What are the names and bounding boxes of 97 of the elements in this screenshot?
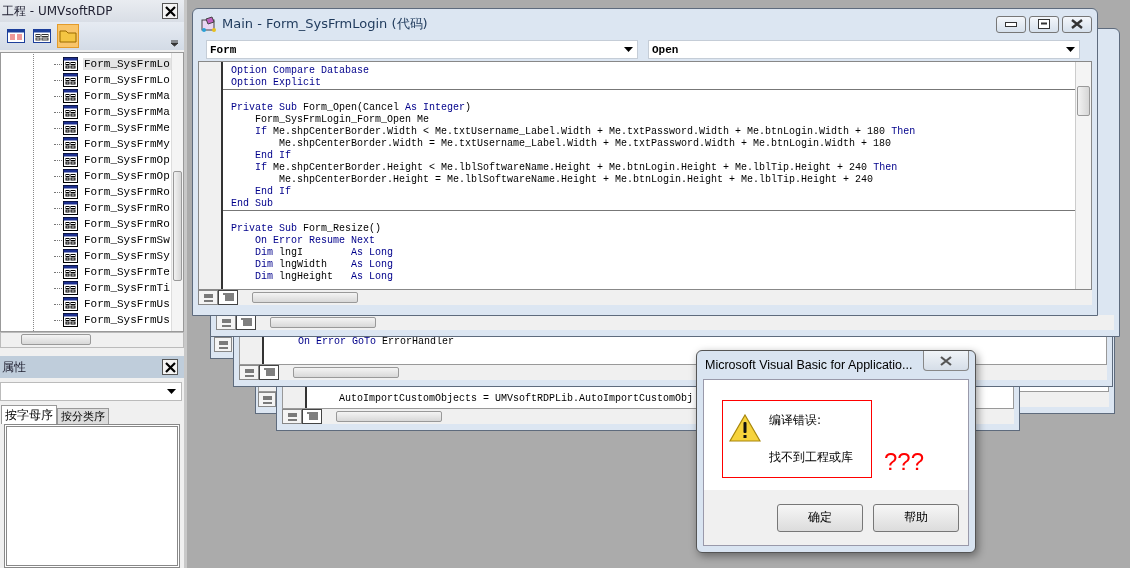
module-view-icon[interactable] [218, 290, 238, 305]
code-line: On Error Resume Next [254, 235, 377, 247]
tree-item[interactable]: Form_SysFrmRo [83, 202, 171, 214]
toolbar-overflow-icon[interactable] [171, 40, 178, 47]
code-line: Option Compare Database [231, 65, 371, 77]
tree-item[interactable]: Form_SysFrmMy [83, 138, 171, 150]
caret-icon [167, 389, 176, 394]
procedure-view-icon[interactable] [239, 365, 259, 380]
form-icon [63, 57, 78, 71]
form-icon [63, 137, 78, 151]
annotation-text: ??? [884, 448, 925, 476]
module-view-icon[interactable] [302, 409, 322, 424]
minimize-icon [1005, 21, 1017, 27]
error-heading: 编译错误: [769, 412, 823, 429]
warning-icon [729, 414, 761, 442]
close-button[interactable] [162, 359, 178, 375]
form-icon [63, 105, 78, 119]
form-icon [63, 265, 78, 279]
procedure-view-icon[interactable] [214, 337, 232, 352]
module-view-icon[interactable] [259, 365, 279, 380]
tree-item[interactable]: Form_SysFrmTi [83, 282, 171, 294]
scrollbar-thumb[interactable] [293, 367, 399, 378]
code-line: If Me.shpCenterBorder.Width < Me.txtUsername_Label.Width + Me.txtPassword.Width + Me.btnLogin.Width + 180 Then [254, 126, 917, 138]
code-window-icon [201, 16, 217, 32]
form-icon [63, 233, 78, 247]
horizontal-scrollbar[interactable] [0, 332, 184, 348]
code-line: Option Explicit [231, 77, 322, 89]
tree-item[interactable]: Form_SysFrmMe [83, 122, 171, 134]
maximize-icon [1038, 19, 1050, 29]
tree-item[interactable]: Form_SysFrmRo [83, 218, 171, 230]
code-line: Me.shpCenterBorder.Width = Me.txtUsername_Label.Width + Me.txtPassword.Width + Me.btnLogin.Width + 180 [278, 138, 893, 150]
tree-item[interactable]: Form_SysFrmSy [83, 250, 171, 262]
object-dropdown[interactable]: Form [206, 40, 638, 59]
code-line: Dim lngWidth As Long [254, 259, 395, 271]
minimize-button[interactable] [996, 15, 1026, 33]
close-button[interactable] [1062, 15, 1092, 33]
code-line: Private Sub Form_Open(Cancel As Integer) [231, 102, 473, 114]
tab[interactable]: 按字母序 [1, 405, 57, 424]
form-icon [63, 73, 78, 87]
code-line: End If [254, 150, 292, 162]
close-button[interactable] [923, 351, 969, 371]
tree-item[interactable]: Form_SysFrmOp [83, 170, 171, 182]
maximize-button[interactable] [1029, 15, 1059, 33]
form-icon [63, 313, 78, 327]
vertical-scrollbar[interactable] [1075, 62, 1091, 289]
form-icon [63, 281, 78, 295]
tree-item[interactable]: Form_SysFrmUs [83, 298, 171, 310]
error-message: 找不到工程或库 [769, 449, 853, 466]
procedure-view-icon[interactable] [282, 409, 302, 424]
scrollbar-thumb[interactable] [270, 317, 376, 328]
toggle-folders-button[interactable] [57, 24, 79, 48]
code-line: Me.shpCenterBorder.Height = Me.lblSoftwareName.Height + Me.btnLogin.Height + Me.lblTip.Height + 240 [278, 174, 875, 186]
form-icon [63, 89, 78, 103]
tab[interactable]: 按分类序 [57, 408, 109, 424]
tree-item[interactable]: Form_SysFrmUs [83, 314, 171, 326]
code-editor[interactable] [198, 61, 1092, 290]
form-icon [63, 249, 78, 263]
tree-item[interactable]: Form_SysFrmLo [83, 74, 171, 86]
code-line: End Sub [231, 198, 274, 210]
form-icon [63, 153, 78, 167]
panel-title: 属性 [2, 358, 26, 376]
dialog-title: Microsoft Visual Basic for Applicatio... [704, 358, 913, 372]
close-icon [1071, 19, 1083, 29]
scrollbar-thumb[interactable] [336, 411, 442, 422]
code-line: End If [254, 186, 292, 198]
code-line: Dim lngI As Long [254, 247, 395, 259]
panel-title: 工程 - UMVsoftRDP [2, 2, 113, 20]
scrollbar-thumb[interactable] [252, 292, 358, 303]
tree-item[interactable]: Form_SysFrmSw [83, 234, 171, 246]
code-line: Private Sub Form_Resize() [231, 223, 383, 235]
code-line: Dim lngHeight As Long [254, 271, 395, 283]
ok-button[interactable]: 确定 [777, 503, 863, 532]
caret-icon [624, 47, 633, 52]
form-icon [63, 217, 78, 231]
tree-item[interactable]: Form_SysFrmOp [83, 154, 171, 166]
caret-icon [1066, 47, 1075, 52]
tree-item[interactable]: Form_SysFrmMa [83, 90, 171, 102]
tree-item[interactable]: Form_SysFrmMa [83, 106, 171, 118]
help-button[interactable]: 帮助 [873, 503, 959, 532]
code-line: On Error GoTo ErrorHandler [297, 336, 456, 348]
tree-item[interactable]: Form_SysFrmTe [83, 266, 171, 278]
form-icon [63, 169, 78, 183]
close-button[interactable] [162, 3, 178, 19]
tree-item[interactable]: Form_SysFrmLo [83, 58, 171, 70]
form-icon [63, 121, 78, 135]
procedure-dropdown[interactable]: Open [648, 40, 1080, 59]
form-icon [63, 297, 78, 311]
form-icon [63, 201, 78, 215]
window-title: Main - Form_SysFrmLogin (代码) [222, 15, 428, 33]
procedure-view-icon[interactable] [258, 392, 276, 407]
close-icon [939, 355, 953, 366]
procedure-view-icon[interactable] [198, 290, 218, 305]
form-icon [63, 185, 78, 199]
code-line: AutoImportCustomObjects = UMVsoftRDPLib.AutoImportCustomObj [338, 393, 695, 405]
code-line: If Me.shpCenterBorder.Height < Me.lblSoftwareName.Height + Me.btnLogin.Height + Me.lblTip.Height + 240 Then [254, 162, 899, 174]
tree-item[interactable]: Form_SysFrmRo [83, 186, 171, 198]
code-line: Form_SysFrmLogin_Form_Open Me [254, 114, 431, 126]
